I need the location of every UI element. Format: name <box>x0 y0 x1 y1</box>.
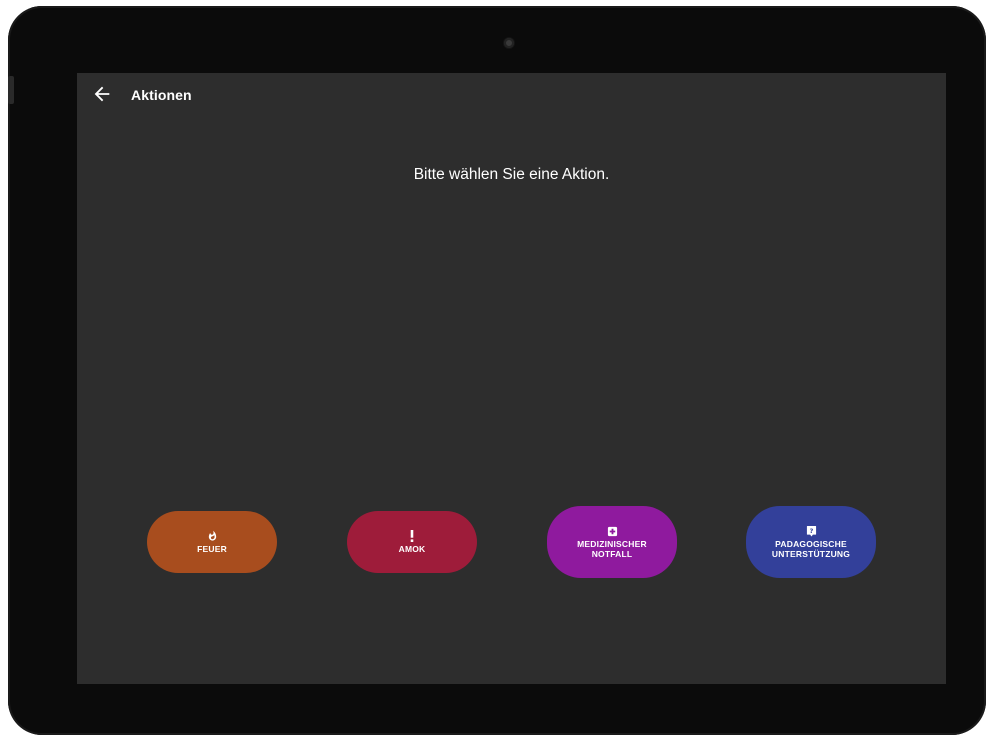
app-screen: Aktionen Bitte wählen Sie eine Aktion. F… <box>77 73 946 684</box>
side-button <box>8 76 14 104</box>
pedagogical-support-action-label: PADAGOGISCHE UNTERSTÜTZUNG <box>772 539 850 559</box>
medical-label-line-1: MEDIZINISCHER <box>577 538 647 549</box>
fire-action-button[interactable]: FEUER <box>147 511 277 573</box>
tablet-frame: Aktionen Bitte wählen Sie eine Aktion. F… <box>8 6 986 735</box>
back-button[interactable] <box>91 83 113 105</box>
medical-cross-icon <box>607 526 617 536</box>
pedagogical-support-action-button[interactable]: ? PADAGOGISCHE UNTERSTÜTZUNG <box>746 506 876 578</box>
medical-emergency-action-button[interactable]: MEDIZINISCHER NOTFALL <box>547 506 677 578</box>
amok-action-button[interactable]: AMOK <box>347 511 477 573</box>
exclamation-icon <box>410 530 414 542</box>
arrow-left-icon <box>94 86 110 102</box>
pedagogical-label-line-1: PADAGOGISCHE <box>775 539 847 549</box>
medical-label-line-2: NOTFALL <box>591 548 633 559</box>
medical-emergency-action-label: MEDIZINISCHER NOTFALL <box>577 539 647 559</box>
app-bar: Aktionen <box>77 73 946 117</box>
fire-action-label: FEUER <box>197 544 227 554</box>
page-title: Aktionen <box>131 87 192 103</box>
svg-text:?: ? <box>809 527 813 535</box>
pedagogical-label-line-2: UNTERSTÜTZUNG <box>771 549 851 559</box>
action-prompt: Bitte wählen Sie eine Aktion. <box>413 166 610 183</box>
fire-icon <box>208 530 216 541</box>
amok-action-label: AMOK <box>398 544 426 554</box>
question-icon: ? <box>806 525 816 537</box>
front-camera <box>504 38 514 48</box>
